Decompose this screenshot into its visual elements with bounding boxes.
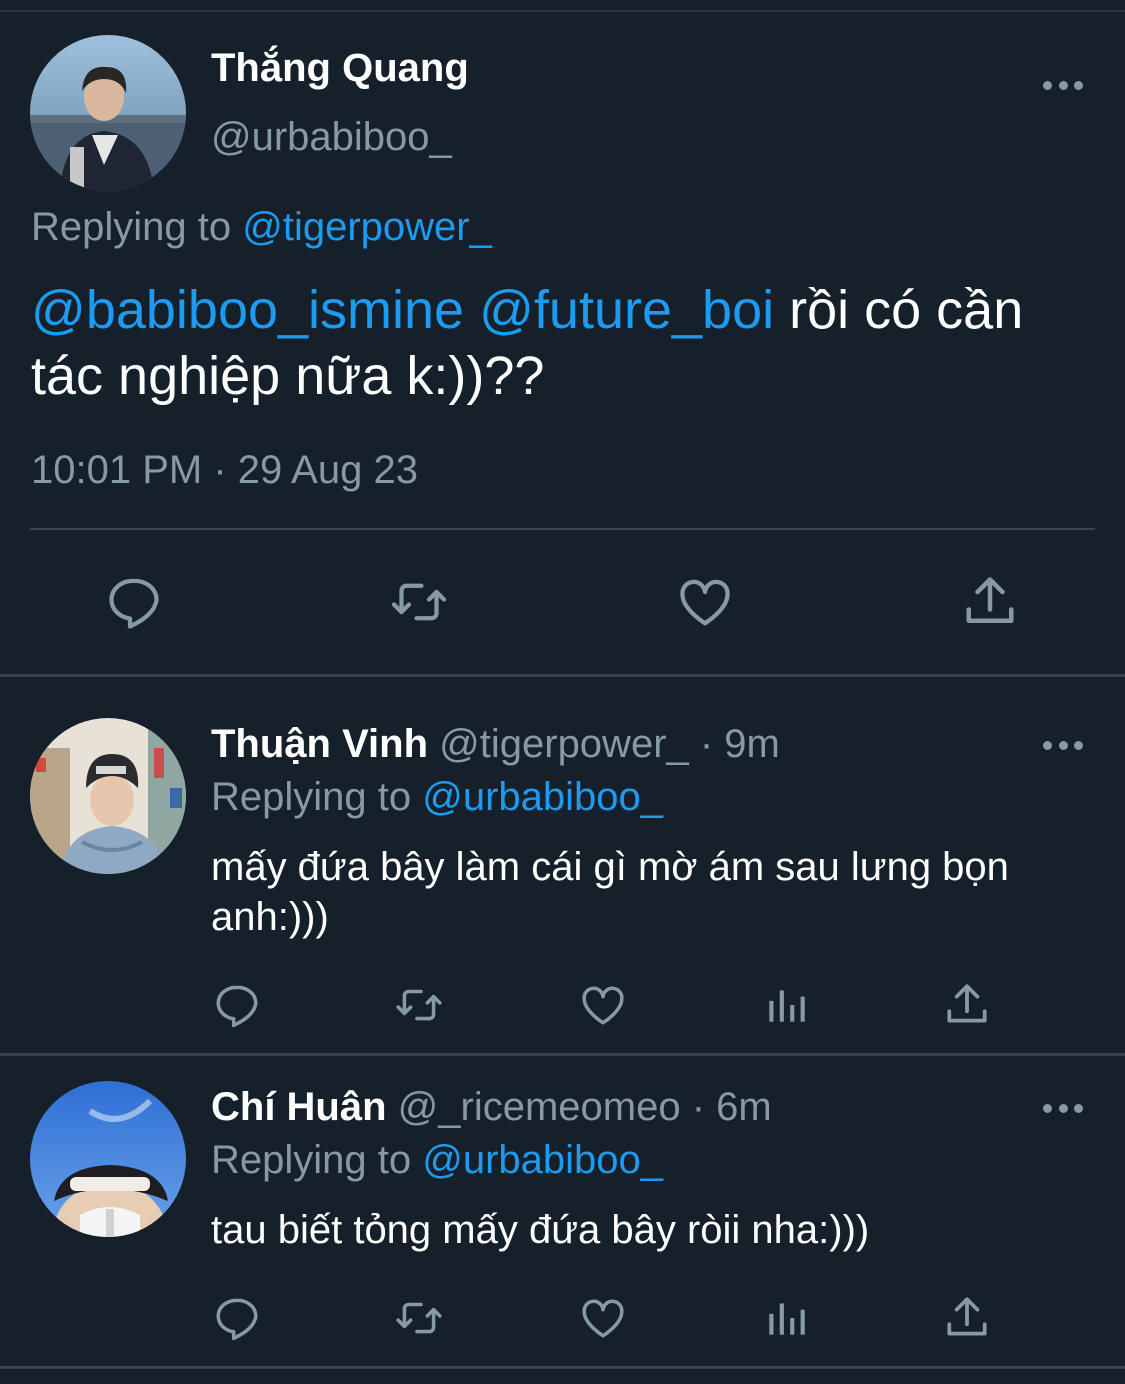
author-name[interactable]: Thắng Quang bbox=[211, 46, 469, 91]
mention-link[interactable]: @babiboo_ismine bbox=[31, 280, 464, 340]
avatar[interactable] bbox=[30, 1081, 186, 1237]
share-icon[interactable] bbox=[942, 1293, 992, 1343]
timestamp[interactable]: 10:01 PM · 29 Aug 23 bbox=[31, 448, 418, 493]
like-icon[interactable] bbox=[578, 980, 628, 1030]
mention-link[interactable]: @future_boi bbox=[479, 280, 774, 340]
tweet-text: @babiboo_ismine @future_boi rồi có cần t… bbox=[31, 277, 1101, 409]
more-options-icon[interactable] bbox=[1043, 78, 1083, 92]
replying-to: Replying to @tigerpower_ bbox=[31, 205, 492, 250]
reply-icon[interactable] bbox=[104, 572, 164, 632]
replying-to-link[interactable]: @urbabiboo_ bbox=[422, 1138, 663, 1182]
tweet-thread-view: Thắng Quang @urbabiboo_ Replying to @tig… bbox=[0, 0, 1125, 1384]
replying-to: Replying to @urbabiboo_ bbox=[211, 1138, 663, 1183]
share-icon[interactable] bbox=[960, 572, 1020, 632]
more-options-icon[interactable] bbox=[1043, 738, 1083, 752]
replying-to-link[interactable]: @tigerpower_ bbox=[242, 205, 492, 249]
share-icon[interactable] bbox=[942, 980, 992, 1030]
author-handle-time[interactable]: @tigerpower_ · 9m bbox=[428, 722, 780, 766]
replying-prefix: Replying to bbox=[211, 775, 423, 819]
author-name[interactable]: Chí Huân bbox=[211, 1085, 387, 1129]
replying-to-link[interactable]: @urbabiboo_ bbox=[422, 775, 663, 819]
replying-to: Replying to @urbabiboo_ bbox=[211, 775, 663, 820]
divider bbox=[0, 1366, 1125, 1369]
author-handle-time[interactable]: @_ricemeomeo · 6m bbox=[387, 1085, 772, 1129]
divider bbox=[0, 1053, 1125, 1056]
replying-prefix: Replying to bbox=[211, 1138, 423, 1182]
reply-header: Chí Huân @_ricemeomeo · 6m bbox=[211, 1085, 772, 1130]
divider bbox=[0, 674, 1125, 677]
like-icon[interactable] bbox=[675, 572, 735, 632]
author-handle[interactable]: @urbabiboo_ bbox=[211, 115, 452, 160]
tweet-text: mấy đứa bây làm cái gì mờ ám sau lưng bọ… bbox=[211, 845, 1009, 939]
reply-header: Thuận Vinh @tigerpower_ · 9m bbox=[211, 722, 780, 767]
divider bbox=[30, 528, 1095, 530]
tweet-text-part: rồi có cần bbox=[774, 280, 1024, 340]
tweet-text: tau biết tỏng mấy đứa bây ròii nha:))) bbox=[211, 1208, 870, 1252]
replying-prefix: Replying to bbox=[31, 205, 243, 249]
tweet-text-part: tác nghiệp nữa k:))?? bbox=[31, 346, 545, 406]
top-divider bbox=[0, 10, 1125, 12]
avatar[interactable] bbox=[30, 35, 186, 191]
retweet-icon[interactable] bbox=[389, 572, 449, 632]
like-icon[interactable] bbox=[578, 1293, 628, 1343]
analytics-icon[interactable] bbox=[761, 1293, 811, 1343]
avatar[interactable] bbox=[30, 718, 186, 874]
more-options-icon[interactable] bbox=[1043, 1101, 1083, 1115]
analytics-icon[interactable] bbox=[761, 980, 811, 1030]
retweet-icon[interactable] bbox=[394, 1293, 444, 1343]
retweet-icon[interactable] bbox=[394, 980, 444, 1030]
reply-icon[interactable] bbox=[212, 980, 262, 1030]
author-name[interactable]: Thuận Vinh bbox=[211, 722, 428, 766]
reply-icon[interactable] bbox=[212, 1293, 262, 1343]
